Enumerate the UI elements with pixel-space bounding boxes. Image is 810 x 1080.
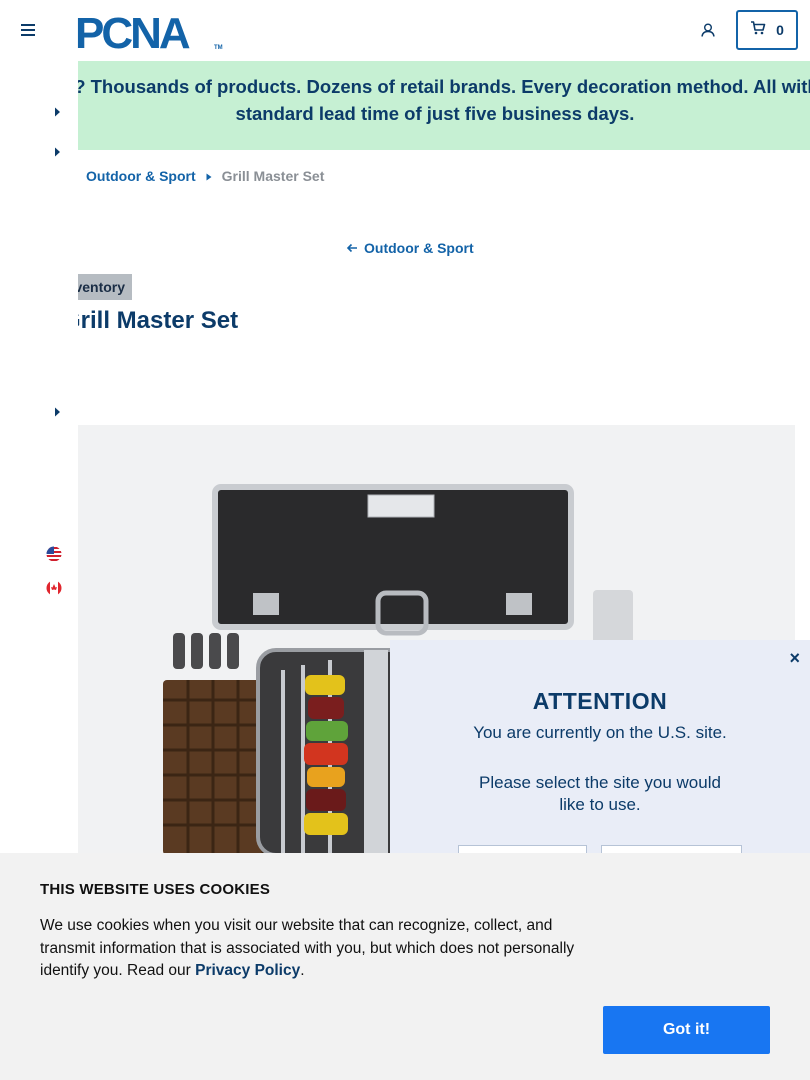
privacy-policy-link[interactable]: Privacy Policy bbox=[195, 962, 300, 979]
pcna-logo[interactable]: PCNA TM bbox=[75, 9, 225, 58]
modal-instruction: Please select the site you would like to… bbox=[479, 773, 721, 814]
svg-text:TM: TM bbox=[214, 45, 223, 51]
breadcrumb-current: Grill Master Set bbox=[221, 168, 325, 184]
promo-banner-text: Wait? Thousands of products. Dozens of r… bbox=[35, 76, 810, 124]
canada-flag-icon[interactable] bbox=[46, 580, 62, 596]
cart-icon bbox=[750, 20, 766, 40]
back-link-label: Outdoor & Sport bbox=[364, 240, 474, 256]
us-flag-icon[interactable] bbox=[46, 546, 62, 562]
modal-message: You are currently on the U.S. site. bbox=[473, 723, 727, 742]
svg-text:PCNA: PCNA bbox=[75, 10, 190, 52]
side-rail bbox=[0, 61, 78, 853]
expand-caret-icon[interactable] bbox=[52, 106, 62, 118]
back-to-category-link[interactable]: Outdoor & Sport bbox=[346, 240, 474, 256]
site-selection-modal: × ATTENTION You are currently on the U.S… bbox=[390, 640, 810, 875]
promo-banner: Wait? Thousands of products. Dozens of r… bbox=[0, 61, 810, 150]
expand-caret-icon[interactable] bbox=[52, 146, 62, 158]
arrow-left-icon bbox=[346, 240, 358, 256]
cookie-trailing: . bbox=[300, 962, 305, 979]
product-title: Grill Master Set bbox=[62, 307, 239, 334]
cart-count: 0 bbox=[776, 22, 784, 38]
cookie-message: We use cookies when you visit our websit… bbox=[40, 917, 575, 979]
accept-cookies-button[interactable]: Got it! bbox=[603, 1006, 770, 1054]
cookie-banner-text: We use cookies when you visit our websit… bbox=[40, 915, 610, 983]
cookie-banner: THIS WEBSITE USES COOKIES We use cookies… bbox=[0, 853, 810, 1080]
breadcrumb: Outdoor & Sport Grill Master Set bbox=[86, 168, 324, 184]
close-icon[interactable]: × bbox=[789, 648, 800, 669]
modal-title: ATTENTION bbox=[532, 688, 668, 714]
menu-icon[interactable] bbox=[18, 20, 38, 40]
breadcrumb-separator-icon bbox=[206, 168, 212, 184]
cart-button[interactable]: 0 bbox=[736, 10, 798, 50]
cookie-banner-title: THIS WEBSITE USES COOKIES bbox=[40, 881, 271, 898]
account-icon[interactable] bbox=[697, 19, 719, 41]
expand-caret-icon[interactable] bbox=[52, 406, 62, 418]
breadcrumb-category-link[interactable]: Outdoor & Sport bbox=[86, 168, 196, 184]
site-header: PCNA TM 0 bbox=[0, 0, 810, 61]
